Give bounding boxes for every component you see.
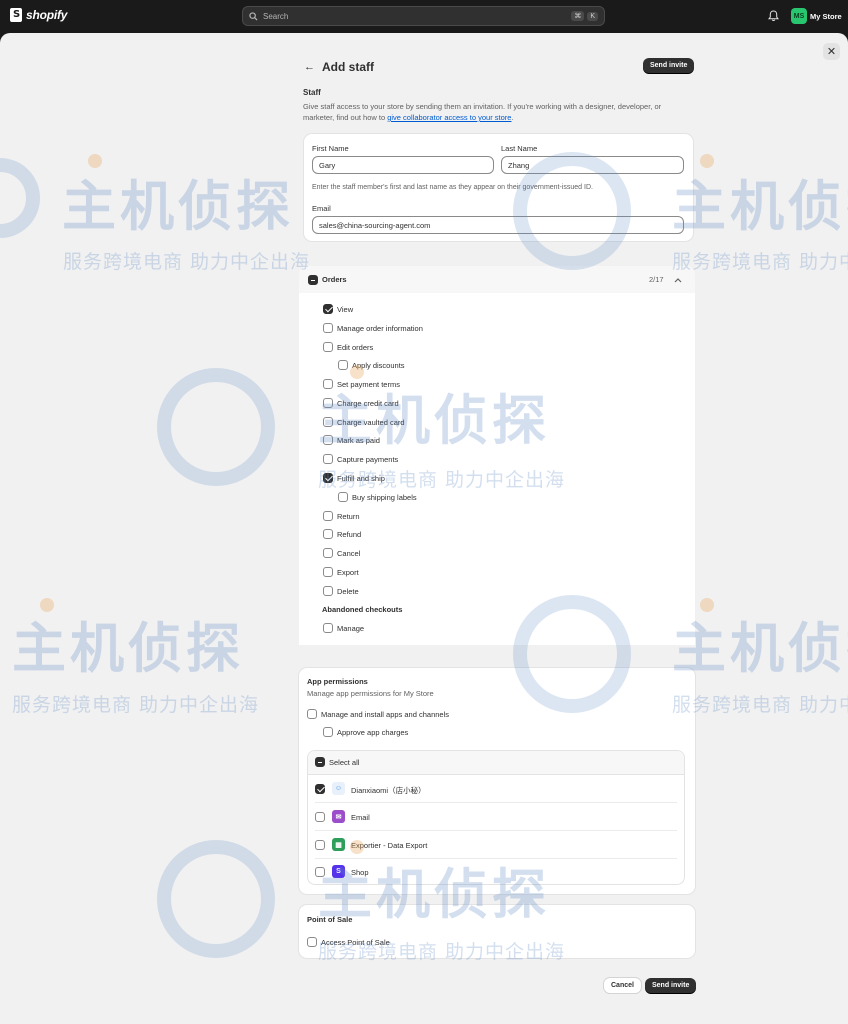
search-placeholder: Search	[263, 11, 289, 21]
edit-orders-checkbox[interactable]	[323, 342, 333, 352]
page-header: ← Add staff	[304, 58, 694, 76]
page-title: Add staff	[322, 60, 374, 74]
select-all-label: Select all	[329, 758, 360, 767]
point-of-sale-title: Point of Sale	[307, 915, 353, 924]
app-divider	[315, 830, 677, 831]
first-name-field[interactable]: Gary	[312, 156, 494, 174]
manage-order-info-checkbox[interactable]	[323, 323, 333, 333]
view-checkbox[interactable]	[323, 304, 333, 314]
k-key: K	[587, 11, 598, 21]
shop-app-checkbox[interactable]	[315, 867, 325, 877]
envelope-icon: ✉	[332, 810, 345, 823]
apply-discounts-checkbox[interactable]	[338, 360, 348, 370]
store-avatar[interactable]: MS	[791, 8, 807, 24]
email-app-checkbox[interactable]	[315, 812, 325, 822]
person-icon: ☺	[332, 782, 345, 795]
email-label: Email	[312, 204, 331, 213]
app-divider	[315, 802, 677, 803]
email-field[interactable]: sales@china-sourcing-agent.com	[312, 216, 684, 234]
exportier-label: Exportier - Data Export	[351, 841, 428, 850]
mark-as-paid-label: Mark as paid	[337, 436, 380, 445]
refund-checkbox[interactable]	[323, 529, 333, 539]
access-pos-checkbox[interactable]	[307, 937, 317, 947]
charge-vaulted-card-checkbox[interactable]	[323, 417, 333, 427]
orders-header[interactable]	[299, 266, 695, 293]
mark-as-paid-checkbox[interactable]	[323, 435, 333, 445]
buy-shipping-labels-label: Buy shipping labels	[352, 493, 417, 502]
staff-description: Give staff access to your store by sendi…	[303, 101, 689, 123]
export-label: Export	[337, 568, 359, 577]
cancel-order-label: Cancel	[337, 549, 361, 558]
chevron-up-icon[interactable]	[674, 277, 682, 283]
bell-icon[interactable]	[768, 10, 779, 22]
top-bar: shopify Search ⌘ K MS My Store	[0, 0, 848, 32]
send-invite-button[interactable]: Send invite	[645, 978, 697, 993]
cancel-checkbox[interactable]	[323, 548, 333, 558]
last-name-label: Last Name	[501, 144, 538, 153]
app-divider	[315, 858, 677, 859]
approve-app-charges-checkbox[interactable]	[323, 727, 333, 737]
manage-order-info-label: Manage order information	[337, 324, 423, 333]
charge-vaulted-card-label: Charge vaulted card	[337, 418, 405, 427]
delete-checkbox[interactable]	[323, 586, 333, 596]
app-permissions-subtitle: Manage app permissions for My Store	[307, 689, 434, 698]
shopping-bag-icon	[10, 8, 22, 22]
dianxiaomi-checkbox[interactable]	[315, 784, 325, 794]
cancel-button[interactable]: Cancel	[604, 978, 641, 993]
exportier-checkbox[interactable]	[315, 840, 325, 850]
abandoned-manage-checkbox[interactable]	[323, 623, 333, 633]
apply-discounts-label: Apply discounts	[352, 361, 405, 370]
access-pos-label: Access Point of Sale	[321, 938, 390, 947]
manage-install-apps-label: Manage and install apps and channels	[321, 710, 450, 719]
shop-icon: S	[332, 865, 345, 878]
brand-name: shopify	[26, 8, 68, 22]
abandoned-manage-label: Manage	[337, 624, 365, 633]
name-help-text: Enter the staff member's first and last …	[312, 184, 593, 191]
command-key: ⌘	[571, 11, 585, 21]
capture-payments-checkbox[interactable]	[323, 454, 333, 464]
capture-payments-label: Capture payments	[337, 455, 399, 464]
export-checkbox[interactable]	[323, 567, 333, 577]
orders-count: 2/17	[649, 275, 664, 284]
fulfill-and-ship-checkbox[interactable]	[323, 473, 333, 483]
set-payment-terms-checkbox[interactable]	[323, 379, 333, 389]
approve-app-charges-label: Approve app charges	[337, 728, 409, 737]
orders-title: Orders	[322, 275, 347, 284]
collaborator-access-link[interactable]: give collaborator access to your store	[387, 113, 511, 122]
point-of-sale-card	[299, 905, 695, 958]
dianxiaomi-label: Dianxiaomi（店小秘）	[351, 786, 426, 795]
delete-label: Delete	[337, 587, 359, 596]
first-name-label: First Name	[312, 144, 349, 153]
search-bar[interactable]: Search ⌘ K	[242, 6, 605, 26]
buy-shipping-labels-checkbox[interactable]	[338, 492, 348, 502]
view-label: View	[337, 305, 354, 314]
store-name[interactable]: My Store	[810, 12, 842, 21]
storefront-icon: ▦	[332, 838, 345, 851]
app-list-header	[308, 751, 684, 775]
shop-app-label: Shop	[351, 868, 369, 877]
charge-credit-card-label: Charge credit card	[337, 399, 399, 408]
back-arrow-icon[interactable]: ←	[304, 61, 315, 73]
return-label: Return	[337, 512, 360, 521]
refund-label: Refund	[337, 530, 362, 539]
app-permissions-title: App permissions	[307, 677, 368, 686]
select-all-checkbox[interactable]	[315, 757, 325, 767]
close-icon[interactable]: ✕	[823, 43, 840, 60]
email-app-label: Email	[351, 813, 370, 822]
manage-install-apps-checkbox[interactable]	[307, 709, 317, 719]
send-invite-button-top[interactable]: Send invite	[643, 58, 695, 73]
fulfill-and-ship-label: Fulfill and ship	[337, 474, 385, 483]
orders-group-checkbox[interactable]	[308, 275, 318, 285]
set-payment-terms-label: Set payment terms	[337, 380, 400, 389]
staff-section-title: Staff	[303, 88, 321, 97]
edit-orders-label: Edit orders	[337, 343, 374, 352]
charge-credit-card-checkbox[interactable]	[323, 398, 333, 408]
last-name-field[interactable]: Zhang	[501, 156, 684, 174]
shopify-logo[interactable]: shopify	[10, 8, 67, 22]
search-icon	[249, 11, 258, 21]
return-checkbox[interactable]	[323, 511, 333, 521]
staff-description-end: .	[511, 113, 514, 122]
abandoned-checkouts-title: Abandoned checkouts	[322, 605, 403, 614]
